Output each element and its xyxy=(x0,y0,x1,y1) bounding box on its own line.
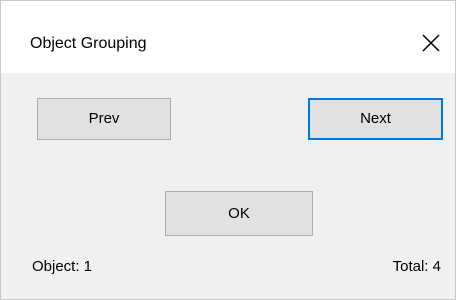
next-button[interactable]: Next xyxy=(308,98,443,140)
object-index-label: Object: 1 xyxy=(32,258,93,275)
ok-button[interactable]: OK xyxy=(165,191,313,236)
close-icon xyxy=(422,34,440,52)
total-count-label: Total: 4 xyxy=(392,258,441,275)
window-title: Object Grouping xyxy=(30,35,147,52)
prev-button[interactable]: Prev xyxy=(37,98,171,140)
title-bar: Object Grouping xyxy=(1,1,455,73)
object-grouping-dialog: Object Grouping Prev Next OK Object: 1 T… xyxy=(0,0,456,300)
close-button[interactable] xyxy=(411,23,451,63)
